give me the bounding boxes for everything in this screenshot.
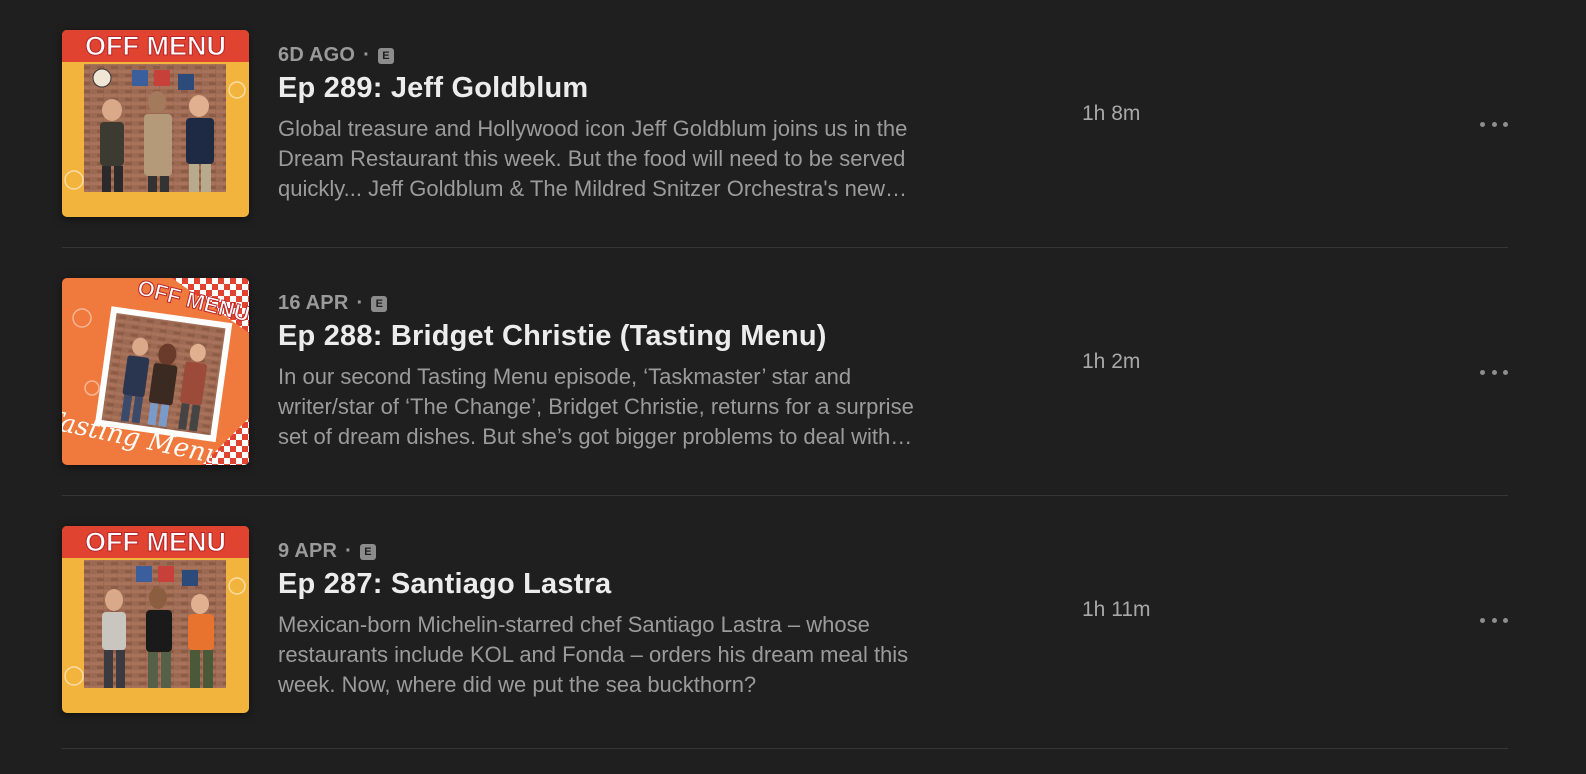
more-options-icon[interactable] bbox=[1480, 112, 1508, 136]
more-options-icon[interactable] bbox=[1480, 360, 1508, 384]
episode-title[interactable]: Ep 289: Jeff Goldblum bbox=[278, 72, 588, 105]
episode-description: In our second Tasting Menu episode, ‘Tas… bbox=[278, 364, 914, 449]
episode-duration: 1h 2m bbox=[1082, 350, 1141, 373]
episode-artwork[interactable]: OFF MENU Tasting Menu bbox=[62, 278, 249, 465]
episode-date: 9 APR bbox=[278, 540, 338, 562]
more-options-icon[interactable] bbox=[1480, 608, 1508, 632]
episode-meta: 6D AGO · E bbox=[278, 44, 395, 67]
episode-duration: 1h 8m bbox=[1082, 102, 1141, 125]
episode-meta: 16 APR · E bbox=[278, 292, 388, 315]
explicit-icon: E bbox=[378, 47, 395, 64]
artwork-brand-text: OFF MENU bbox=[85, 527, 226, 557]
separator-dot: · bbox=[363, 44, 371, 66]
episode-date: 6D AGO bbox=[278, 44, 356, 66]
episode-description: Global treasure and Hollywood icon Jeff … bbox=[278, 116, 908, 201]
episode-row[interactable]: OFF MENU 9 APR · E Ep 287: Santiago Last… bbox=[62, 496, 1508, 749]
episode-title[interactable]: Ep 288: Bridget Christie (Tasting Menu) bbox=[278, 320, 827, 353]
separator-dot: · bbox=[356, 292, 364, 314]
artwork-brand-text: OFF MENU bbox=[85, 31, 226, 61]
episode-meta: 9 APR · E bbox=[278, 540, 377, 563]
episode-artwork[interactable]: OFF MENU bbox=[62, 30, 249, 217]
episode-artwork[interactable]: OFF MENU bbox=[62, 526, 249, 713]
episode-duration: 1h 11m bbox=[1082, 598, 1151, 621]
explicit-icon: E bbox=[360, 543, 377, 560]
episode-row[interactable]: OFF MENU 6D AGO · E Ep 289: Jeff Goldblu… bbox=[62, 0, 1508, 248]
episode-list: OFF MENU 6D AGO · E Ep 289: Jeff Goldblu… bbox=[62, 0, 1508, 749]
episode-description: Mexican-born Michelin-starred chef Santi… bbox=[278, 612, 909, 697]
separator-dot: · bbox=[345, 540, 353, 562]
episode-date: 16 APR bbox=[278, 292, 349, 314]
episode-title[interactable]: Ep 287: Santiago Lastra bbox=[278, 568, 611, 601]
episode-row[interactable]: OFF MENU Tasting Menu 16 APR · E Ep 288:… bbox=[62, 248, 1508, 496]
explicit-icon: E bbox=[371, 295, 388, 312]
